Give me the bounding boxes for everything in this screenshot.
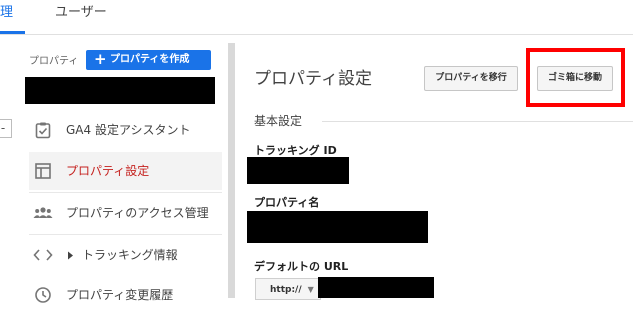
create-property-button[interactable]: + プロパティを作成 — [86, 50, 211, 70]
property-name-input-redacted[interactable] — [247, 211, 428, 243]
default-url-input-redacted[interactable] — [318, 277, 434, 298]
code-icon — [33, 249, 53, 261]
default-url-label: デフォルトの URL — [254, 260, 349, 273]
sidebar-item-ga4-setup-assistant[interactable]: GA4 設定アシスタント — [29, 111, 222, 149]
move-property-button[interactable]: プロパティを移行 — [424, 66, 518, 91]
expand-arrow-icon[interactable] — [67, 251, 74, 260]
sidebar-item-property-change-history[interactable]: プロパティ変更履歴 — [29, 276, 222, 314]
sidebar-item-label: プロパティ変更履歴 — [66, 288, 174, 302]
people-icon — [33, 207, 53, 218]
sidebar-item-label: プロパティのアクセス管理 — [66, 206, 209, 220]
collapse-toggle-button[interactable]: - — [0, 119, 12, 138]
sidebar-item-tracking-info[interactable]: トラッキング情報 — [29, 236, 222, 274]
active-tab-indicator — [0, 31, 25, 34]
section-heading-basic-settings: 基本設定 — [254, 114, 303, 128]
plus-icon: + — [94, 50, 107, 68]
tab-user[interactable]: ユーザー — [55, 0, 107, 34]
tab-admin[interactable]: 理 — [0, 0, 20, 34]
tracking-id-value-redacted — [247, 157, 349, 184]
checklist-icon — [35, 122, 51, 139]
sidebar-item-label: GA4 設定アシスタント — [66, 123, 191, 137]
property-selector-redacted[interactable] — [25, 77, 215, 104]
sidebar-item-label: トラッキング情報 — [82, 248, 178, 262]
sidebar-item-label: プロパティ設定 — [66, 164, 150, 178]
protocol-select[interactable]: http://▼ — [255, 278, 321, 300]
protocol-value: http:// — [270, 285, 302, 295]
page-title: プロパティ設定 — [254, 69, 372, 89]
sidebar-scrollbar[interactable] — [228, 43, 235, 298]
sidebar-item-property-settings[interactable]: プロパティ設定 — [29, 152, 222, 190]
history-icon — [35, 287, 51, 303]
sidebar-item-property-access-management[interactable]: プロパティのアクセス管理 — [29, 194, 222, 232]
divider — [29, 234, 222, 235]
tracking-id-label: トラッキング ID — [254, 144, 337, 157]
property-name-label: プロパティ名 — [254, 196, 320, 209]
layout-icon — [35, 163, 51, 179]
divider — [29, 192, 222, 193]
property-column-label: プロパティ — [29, 56, 79, 67]
divider — [322, 121, 633, 122]
highlight-annotation-box — [526, 48, 625, 107]
create-property-label: プロパティを作成 — [110, 54, 190, 65]
